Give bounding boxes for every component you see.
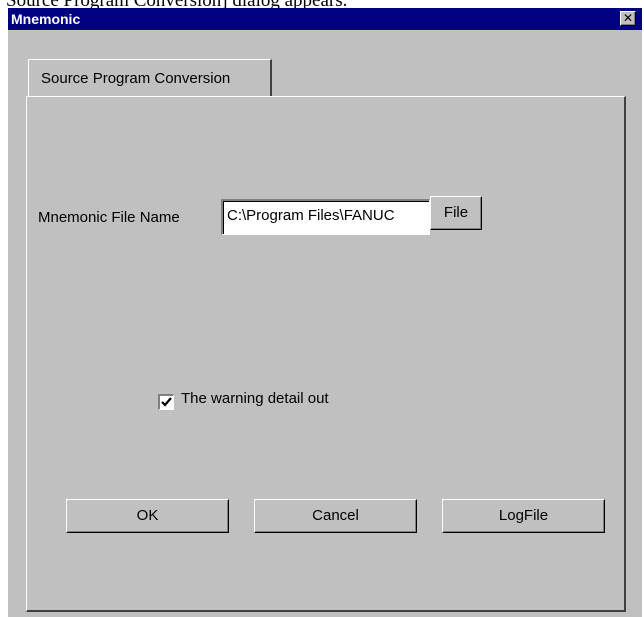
mnemonic-dialog: Mnemonic ✕ Source Program Conversion Mne… xyxy=(8,8,642,617)
warning-detail-checkbox[interactable] xyxy=(158,394,174,410)
logfile-button[interactable]: LogFile xyxy=(442,499,605,533)
mnemonic-file-name-label: Mnemonic File Name xyxy=(38,209,180,226)
cancel-button[interactable]: Cancel xyxy=(254,499,417,533)
close-button[interactable]: ✕ xyxy=(620,11,636,26)
ok-button[interactable]: OK xyxy=(66,499,229,533)
mnemonic-file-name-input[interactable]: C:\Program Files\FANUC xyxy=(221,199,430,235)
logfile-button-label: LogFile xyxy=(498,507,549,524)
cancel-button-label: Cancel xyxy=(312,507,359,524)
tab-label: Source Program Conversion xyxy=(41,70,231,87)
tab-source-program-conversion[interactable]: Source Program Conversion xyxy=(28,59,272,96)
title-bar[interactable]: Mnemonic ✕ xyxy=(8,8,642,30)
warning-detail-label: The warning detail out xyxy=(181,390,329,407)
file-button-label: File xyxy=(443,204,469,221)
close-icon: ✕ xyxy=(622,11,634,25)
tab-panel xyxy=(26,96,626,612)
window-title: Mnemonic xyxy=(11,11,81,27)
ok-button-label: OK xyxy=(136,507,159,524)
file-browse-button[interactable]: File xyxy=(430,196,482,230)
checkmark-icon xyxy=(161,397,172,407)
